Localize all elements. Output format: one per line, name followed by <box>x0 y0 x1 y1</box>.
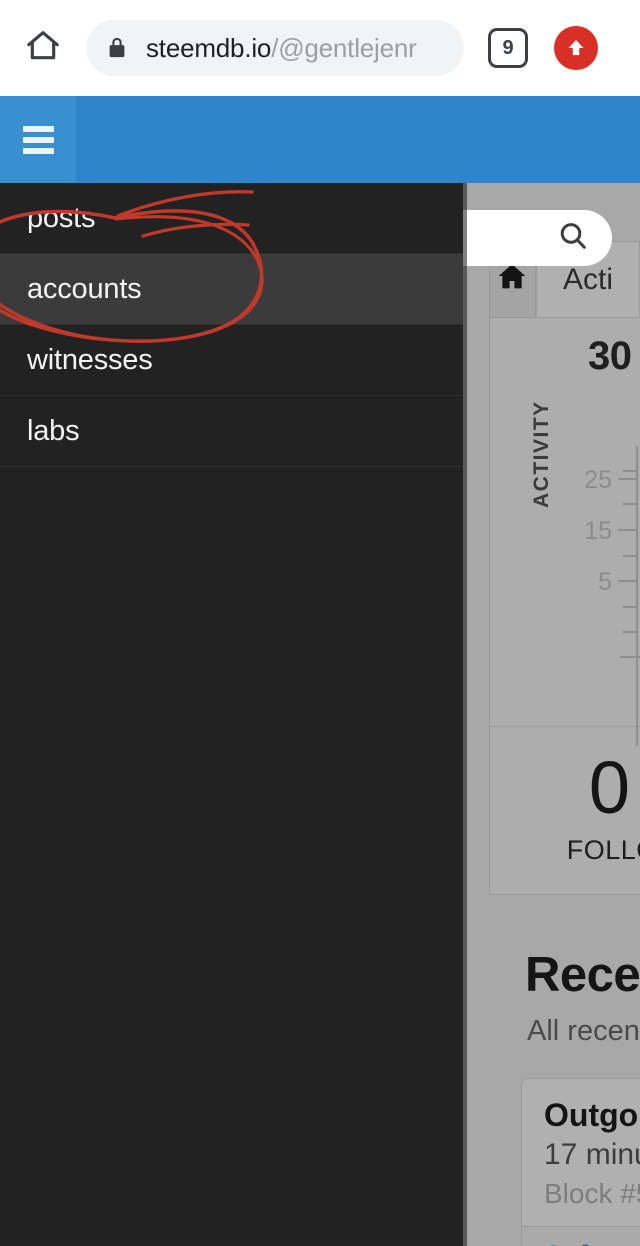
chart-ytick-5: 5 <box>598 568 612 596</box>
chart-y-axis-line <box>636 446 638 746</box>
chart-title: 30 <box>588 334 632 378</box>
site-header <box>0 96 640 183</box>
home-icon <box>23 26 63 71</box>
browser-toolbar: steemdb.io/@gentlejenr 9 <box>0 0 640 96</box>
sidebar-item-label: posts <box>27 201 96 234</box>
chart-ytick-25: 25 <box>584 466 612 494</box>
activity-chart-card: 30 ACTIVITY 25 15 5 <box>489 317 640 746</box>
activity-item-title: Outgoing <box>544 1097 640 1133</box>
navigation-drawer: posts accounts witnesses labs <box>0 183 463 1246</box>
chart-x-axis-line <box>620 656 640 658</box>
activity-item-body: 6zfqga ↳ by: @r voter: @g <box>522 1227 640 1246</box>
activity-item-txid-link[interactable]: 6zfqga <box>544 1239 640 1246</box>
sidebar-item-labs[interactable]: labs <box>0 396 463 467</box>
sidebar-item-label: labs <box>27 414 80 447</box>
drawer-edge-shadow <box>463 183 467 1246</box>
chart-ytick-15: 15 <box>584 517 612 545</box>
sidebar-item-posts[interactable]: posts <box>0 183 463 254</box>
upload-arrow-icon[interactable] <box>554 26 598 70</box>
recent-subtitle: All recent ac <box>527 1015 640 1047</box>
menu-toggle-button[interactable] <box>0 96 76 183</box>
address-bar[interactable]: steemdb.io/@gentlejenr <box>86 20 464 76</box>
chart-y-axis-label: ACTIVITY <box>530 400 553 508</box>
url-path: /@gentlejenr <box>271 32 417 63</box>
hamburger-menu-icon <box>22 125 54 154</box>
browser-home-button[interactable] <box>0 0 86 96</box>
sidebar-item-witnesses[interactable]: witnesses <box>0 325 463 396</box>
tab-counter-button[interactable]: 9 <box>488 28 528 68</box>
activity-item-header: Outgoing 17 minute Block #5500 <box>522 1079 640 1227</box>
lock-icon <box>104 35 130 61</box>
activity-item-time: 17 minute <box>544 1138 640 1171</box>
address-bar-url: steemdb.io/@gentlejenr <box>146 33 417 64</box>
sidebar-item-label: witnesses <box>27 343 153 376</box>
recent-activity-item[interactable]: Outgoing 17 minute Block #5500 6zfqga ↳ … <box>521 1078 640 1246</box>
search-icon[interactable] <box>556 219 590 258</box>
sidebar-empty-area <box>0 467 463 1246</box>
followers-label: FOLLOWE <box>566 835 640 865</box>
sidebar-item-accounts[interactable]: accounts <box>0 254 463 325</box>
recent-heading: Recen <box>525 948 640 1002</box>
followers-count: 0 <box>588 746 631 829</box>
followers-card: 0 FOLLOWE <box>489 727 640 895</box>
url-domain: steemdb.io <box>146 32 272 63</box>
page-viewport: Acti 30 ACTIVITY 25 15 5 0 FOLL Rece All… <box>0 96 640 1246</box>
activity-item-block: Block #5500 <box>544 1178 640 1209</box>
sidebar-item-label: accounts <box>27 272 142 305</box>
